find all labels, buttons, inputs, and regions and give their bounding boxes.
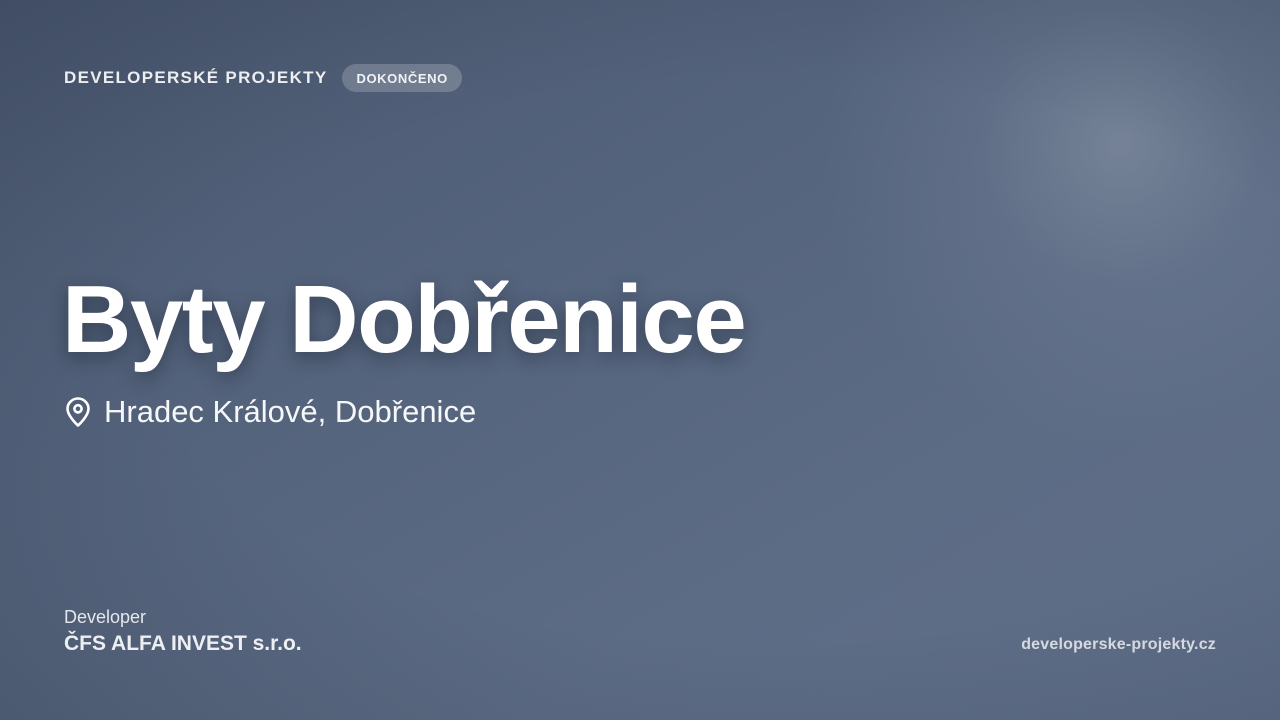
project-location: Hradec Králové, Dobřenice bbox=[64, 392, 476, 432]
developer-info: Developer ČFS ALFA INVEST s.r.o. bbox=[64, 606, 302, 658]
map-pin-icon bbox=[64, 396, 92, 428]
brand-label: DEVELOPERSKÉ PROJEKTY bbox=[64, 68, 328, 87]
developer-label: Developer bbox=[64, 607, 147, 627]
status-badge: DOKONČENO bbox=[342, 64, 462, 92]
project-title: Byty Dobřenice bbox=[62, 266, 747, 373]
location-text: Hradec Králové, Dobřenice bbox=[104, 394, 477, 429]
website-link[interactable]: developerske-projekty.cz bbox=[1021, 636, 1216, 654]
header: DEVELOPERSKÉ PROJEKTY DOKONČENO bbox=[64, 64, 462, 92]
developer-name: ČFS ALFA INVEST s.r.o. bbox=[64, 632, 302, 655]
